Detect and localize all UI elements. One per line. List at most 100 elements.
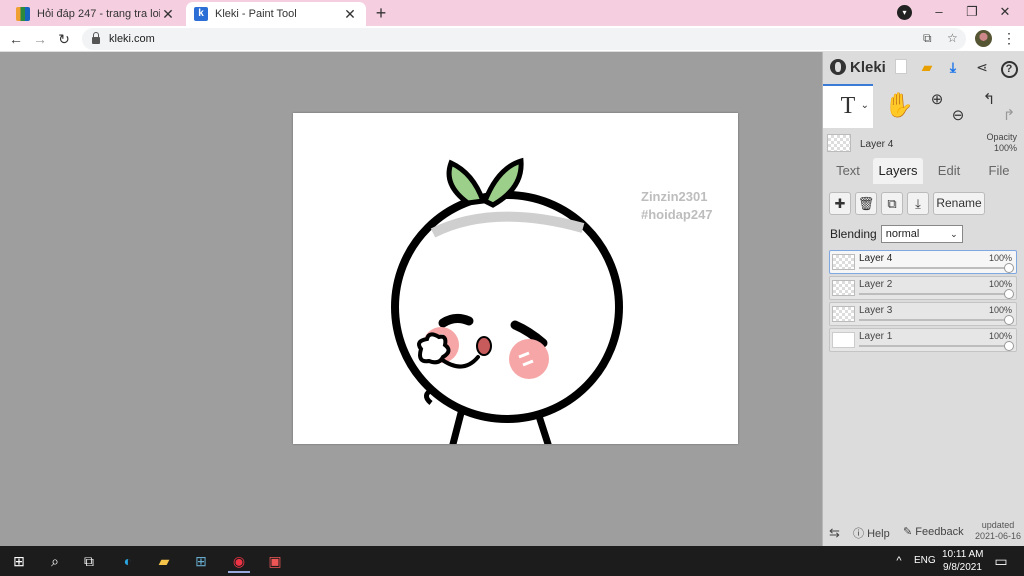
redo-icon[interactable]: ↱: [1000, 106, 1018, 124]
layer-item-layer-3[interactable]: Layer 3 100%: [829, 302, 1017, 326]
app-icon[interactable]: ▣: [264, 551, 286, 571]
restore-button[interactable]: ❐: [955, 0, 989, 26]
help-link[interactable]: ⓘ Help: [853, 525, 890, 541]
kleki-workspace[interactable]: Zinzin2301 #hoidap247: [0, 52, 822, 546]
layer-opacity-knob[interactable]: [1004, 263, 1014, 273]
clock-date[interactable]: 9/8/2021: [943, 562, 982, 573]
reload-icon[interactable]: ↻: [54, 29, 74, 49]
blending-mode-value: normal: [885, 228, 920, 240]
opacity-display[interactable]: Opacity 100%: [986, 132, 1017, 154]
browser-tab-strip: Hỏi đáp 247 - trang tra loi ✕ k Kleki - …: [0, 0, 1024, 26]
help-label: Help: [867, 528, 890, 540]
layer-name: Layer 3: [859, 305, 893, 316]
layer-name: Layer 2: [859, 279, 893, 290]
text-tool-button[interactable]: T ⌄: [823, 84, 873, 128]
active-layer-info: Layer 4 Opacity 100%: [827, 132, 1021, 156]
new-image-icon[interactable]: [891, 57, 911, 77]
bookmark-star-icon[interactable]: ☆: [947, 31, 958, 45]
layer-action-buttons: ✚ 🗑 ⧉ ⤓ Rename: [829, 192, 1023, 216]
tab-file[interactable]: File: [977, 158, 1021, 184]
chrome-icon[interactable]: ◉: [228, 551, 250, 573]
lock-icon: [92, 32, 100, 44]
layer-opacity: 100%: [988, 331, 1012, 341]
close-window-button[interactable]: ✕: [988, 0, 1022, 26]
feedback-link[interactable]: ✎ Feedback: [903, 525, 964, 538]
merge-layer-icon[interactable]: ⤓: [907, 192, 929, 215]
show-hidden-icons-icon[interactable]: ^: [888, 551, 910, 571]
share-icon[interactable]: ⋖: [972, 57, 992, 77]
undo-icon[interactable]: ↰: [980, 90, 998, 108]
tool-row: T ⌄ ✋ ⊕ ⊖ ↰ ↱: [823, 84, 1024, 128]
zoom-out-icon[interactable]: ⊖: [949, 106, 967, 124]
profile-avatar[interactable]: [975, 30, 992, 47]
layer-item-layer-2[interactable]: Layer 2 100%: [829, 276, 1017, 300]
tab-kleki[interactable]: k Kleki - Paint Tool ✕: [186, 2, 366, 26]
layer-opacity-knob[interactable]: [1004, 289, 1014, 299]
language-indicator[interactable]: ENG: [914, 555, 936, 566]
address-bar[interactable]: kleki.com: [82, 28, 966, 50]
kleki-logo-icon: [830, 59, 846, 75]
kleki-logo[interactable]: Kleki: [830, 59, 886, 76]
search-icon[interactable]: ⌕: [44, 551, 66, 571]
windows-taskbar: ⊞ ⌕ ⧉ ◐ ▰ ⊞ ◉ ▣ ^ ENG 10:11 AM 9/8/2021 …: [0, 546, 1024, 576]
layer-opacity-knob[interactable]: [1004, 341, 1014, 351]
tab-layers[interactable]: Layers: [873, 158, 923, 184]
hand-tool-icon[interactable]: ✋: [879, 84, 919, 128]
layer-thumbnail: [832, 280, 855, 296]
browser-toolbar: ← → ↻ kleki.com ⧉ ☆ ⋮: [0, 26, 1024, 52]
add-layer-button[interactable]: ✚: [829, 192, 851, 215]
active-layer-name: Layer 4: [860, 139, 894, 150]
updated-date: 2021-06-16: [974, 531, 1021, 541]
help-circle-icon: ⓘ: [853, 528, 864, 540]
duplicate-layer-icon[interactable]: ⧉: [881, 192, 903, 215]
swap-sides-icon[interactable]: ⇆: [829, 525, 840, 541]
layer-opacity-slider[interactable]: [859, 345, 1007, 347]
help-icon[interactable]: ?: [999, 57, 1019, 78]
store-icon[interactable]: ⊞: [190, 551, 212, 571]
back-icon[interactable]: ←: [6, 29, 26, 49]
layer-opacity-slider[interactable]: [859, 293, 1007, 295]
layer-opacity-knob[interactable]: [1004, 315, 1014, 325]
translate-icon[interactable]: ⧉: [923, 31, 932, 46]
delete-layer-icon[interactable]: 🗑: [855, 192, 877, 215]
minimize-button[interactable]: –: [922, 0, 956, 26]
layer-opacity: 100%: [988, 279, 1012, 289]
text-tool-icon: T: [840, 93, 856, 119]
file-explorer-icon[interactable]: ▰: [153, 551, 175, 571]
windows-start-icon[interactable]: ⊞: [8, 551, 30, 571]
kleki-favicon-icon: k: [194, 7, 208, 21]
zoom-in-icon[interactable]: ⊕: [928, 90, 946, 108]
edge-browser-icon[interactable]: ◐: [117, 551, 139, 571]
new-tab-button[interactable]: +: [370, 2, 392, 24]
tab-edit[interactable]: Edit: [927, 158, 971, 184]
layer-thumbnail: [832, 254, 855, 270]
browser-menu-icon[interactable]: ⋮: [1002, 30, 1016, 47]
drawing-canvas[interactable]: Zinzin2301 #hoidap247: [293, 113, 738, 444]
forward-icon[interactable]: →: [30, 29, 50, 49]
feedback-label: Feedback: [915, 526, 964, 538]
download-icon[interactable]: ⤓: [943, 57, 963, 77]
rename-layer-button[interactable]: Rename: [933, 192, 985, 215]
layer-name: Layer 1: [859, 331, 893, 342]
layer-opacity-slider[interactable]: [859, 267, 1007, 269]
kleki-logo-text: Kleki: [850, 58, 886, 76]
layer-thumbnail: [832, 332, 855, 348]
notification-icon[interactable]: ▭: [990, 551, 1012, 571]
close-tab-icon[interactable]: ✕: [342, 6, 358, 23]
tab-search-icon[interactable]: ▾: [897, 5, 912, 20]
layer-opacity-slider[interactable]: [859, 319, 1007, 321]
layer-item-layer-1[interactable]: Layer 1 100%: [829, 328, 1017, 352]
tab-hoidap247[interactable]: Hỏi đáp 247 - trang tra loi ✕: [8, 2, 184, 26]
blending-mode-select[interactable]: normal ⌄: [880, 225, 963, 243]
opacity-value: 100%: [993, 143, 1017, 153]
url-text: kleki.com: [109, 33, 155, 45]
tab-title: Hỏi đáp 247 - trang tra loi: [37, 8, 160, 20]
layer-item-layer-4[interactable]: Layer 4 100%: [829, 250, 1017, 274]
open-folder-icon[interactable]: ▰: [917, 57, 937, 77]
layer-opacity: 100%: [988, 305, 1012, 315]
tab-text[interactable]: Text: [827, 158, 869, 184]
close-tab-icon[interactable]: ✕: [160, 6, 176, 23]
task-view-icon[interactable]: ⧉: [78, 551, 100, 571]
chevron-down-icon[interactable]: ⌄: [861, 86, 869, 126]
clock-time[interactable]: 10:11 AM: [942, 549, 984, 560]
